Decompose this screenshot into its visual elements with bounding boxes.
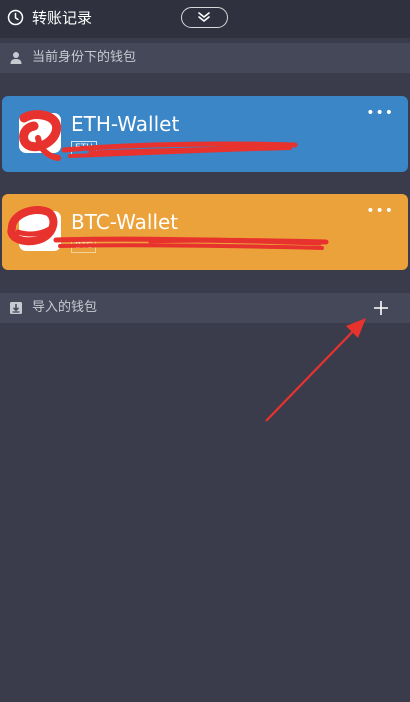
wallet-logo — [19, 211, 61, 251]
current-identity-label: 当前身份下的钱包 — [32, 50, 137, 65]
plus-icon[interactable] — [373, 300, 389, 316]
collapse-button[interactable] — [181, 7, 228, 28]
wallet-card-eth[interactable]: ETH-Wallet ETH ••• — [2, 96, 408, 172]
wallet-badge: ETH — [71, 141, 97, 155]
clock-icon[interactable] — [7, 9, 24, 26]
wallet-name: BTC-Wallet — [71, 210, 179, 234]
more-dots-icon[interactable]: ••• — [366, 106, 394, 120]
wallet-name: ETH-Wallet — [71, 112, 180, 136]
import-icon — [10, 302, 22, 314]
wallet-logo — [19, 113, 61, 153]
top-bar: 转账记录 — [0, 0, 410, 38]
double-chevron-down-icon — [198, 12, 210, 23]
more-dots-icon[interactable]: ••• — [366, 204, 394, 218]
current-identity-header: 当前身份下的钱包 — [0, 43, 410, 73]
wallet-badge: BTC — [71, 239, 97, 253]
transfer-history-title[interactable]: 转账记录 — [32, 8, 92, 28]
person-icon — [10, 52, 22, 64]
imported-wallets-label: 导入的钱包 — [32, 300, 98, 315]
wallet-card-btc[interactable]: BTC-Wallet BTC ••• — [2, 194, 408, 270]
imported-wallets-header: 导入的钱包 — [0, 293, 410, 323]
